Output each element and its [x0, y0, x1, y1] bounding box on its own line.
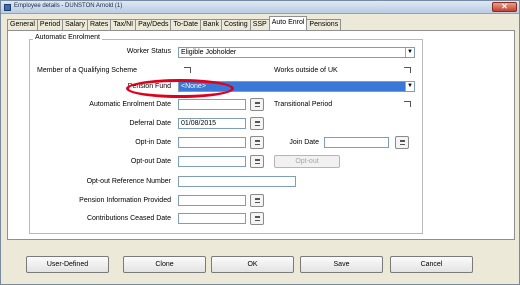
tab-pay-deds[interactable]: Pay/Deds	[135, 19, 172, 30]
group-legend: Automatic Enrolment	[33, 34, 102, 41]
deferral-date-input[interactable]: 01/08/2015	[178, 118, 246, 129]
contrib-ceased-calendar-button[interactable]	[250, 212, 264, 225]
optout-date-label: Opt-out Date	[130, 158, 171, 165]
tab-salary[interactable]: Salary	[62, 19, 88, 30]
red-highlight-oval	[126, 79, 234, 98]
ae-date-calendar-button[interactable]	[250, 98, 264, 111]
ae-date-input[interactable]	[178, 99, 246, 110]
optout-button[interactable]: Opt-out	[274, 155, 340, 168]
window-title: Employee details - DUNSTON Arnold (1)	[14, 3, 123, 9]
optin-date-label: Opt-in Date	[135, 139, 171, 146]
tab-pensions[interactable]: Pensions	[306, 19, 342, 30]
calendar-icon	[255, 102, 260, 107]
calendar-icon	[400, 140, 405, 145]
calendar-icon	[255, 198, 260, 203]
calendar-icon	[255, 121, 260, 126]
pension-info-input[interactable]	[178, 195, 246, 206]
contrib-ceased-label: Contributions Ceased Date	[86, 215, 171, 222]
join-date-input[interactable]	[324, 137, 389, 148]
worker-status-value: Eligible Jobholder	[181, 49, 237, 56]
deferral-date-label: Deferral Date	[129, 120, 171, 127]
join-date-label: Join Date	[289, 139, 319, 146]
title-bar: Employee details - DUNSTON Arnold (1) ✕	[1, 1, 519, 14]
pension-info-label: Pension Information Provided	[79, 197, 171, 204]
tab-to-date[interactable]: To-Date	[170, 19, 201, 30]
transitional-label: Transitional Period	[274, 101, 333, 108]
tab-costing[interactable]: Costing	[220, 19, 251, 30]
optout-date-calendar-button[interactable]	[250, 155, 264, 168]
employee-details-window: Employee details - DUNSTON Arnold (1) ✕ …	[0, 0, 520, 285]
qualifying-scheme-label: Member of a Qualifying Scheme	[37, 67, 137, 74]
close-icon: ✕	[501, 2, 508, 11]
pension-info-calendar-button[interactable]	[250, 194, 264, 207]
tab-general[interactable]: General	[7, 19, 38, 30]
optin-date-input[interactable]	[178, 137, 246, 148]
calendar-icon	[255, 159, 260, 164]
outside-uk-label: Works outside of UK	[274, 67, 338, 74]
calendar-icon	[255, 140, 260, 145]
chevron-down-icon: ▼	[405, 82, 414, 91]
optout-ref-label: Opt-out Reference Number	[86, 178, 171, 185]
tab-ssp[interactable]: SSP	[249, 19, 270, 30]
join-date-calendar-button[interactable]	[395, 136, 409, 149]
chevron-down-icon: ▼	[405, 48, 414, 57]
close-button[interactable]: ✕	[492, 2, 517, 12]
transitional-checkbox[interactable]	[404, 101, 411, 107]
clone-button[interactable]: Clone	[123, 256, 206, 273]
calendar-icon	[255, 216, 260, 221]
optin-date-calendar-button[interactable]	[250, 136, 264, 149]
tab-tax-ni[interactable]: Tax/NI	[110, 19, 137, 30]
save-button[interactable]: Save	[300, 256, 383, 273]
optout-date-input[interactable]	[178, 156, 246, 167]
outside-uk-checkbox[interactable]	[404, 67, 411, 73]
optout-ref-input[interactable]	[178, 176, 296, 187]
tab-period[interactable]: Period	[36, 19, 64, 30]
user-defined-button[interactable]: User-Defined	[26, 256, 109, 273]
tab-strip: General Period Salary Rates Tax/NI Pay/D…	[7, 16, 342, 30]
cancel-button[interactable]: Cancel	[390, 256, 473, 273]
deferral-date-calendar-button[interactable]	[250, 117, 264, 130]
ok-button[interactable]: OK	[211, 256, 294, 273]
ae-date-label: Automatic Enrolment Date	[89, 101, 171, 108]
tab-auto-enrol[interactable]: Auto Enrol	[268, 16, 308, 30]
tab-rates[interactable]: Rates	[86, 19, 112, 30]
qualifying-scheme-checkbox[interactable]	[184, 67, 191, 73]
tab-bank[interactable]: Bank	[200, 19, 222, 30]
contrib-ceased-input[interactable]	[178, 213, 246, 224]
worker-status-label: Worker Status	[126, 48, 171, 55]
worker-status-select[interactable]: Eligible Jobholder ▼	[178, 47, 415, 58]
app-icon	[4, 4, 11, 11]
